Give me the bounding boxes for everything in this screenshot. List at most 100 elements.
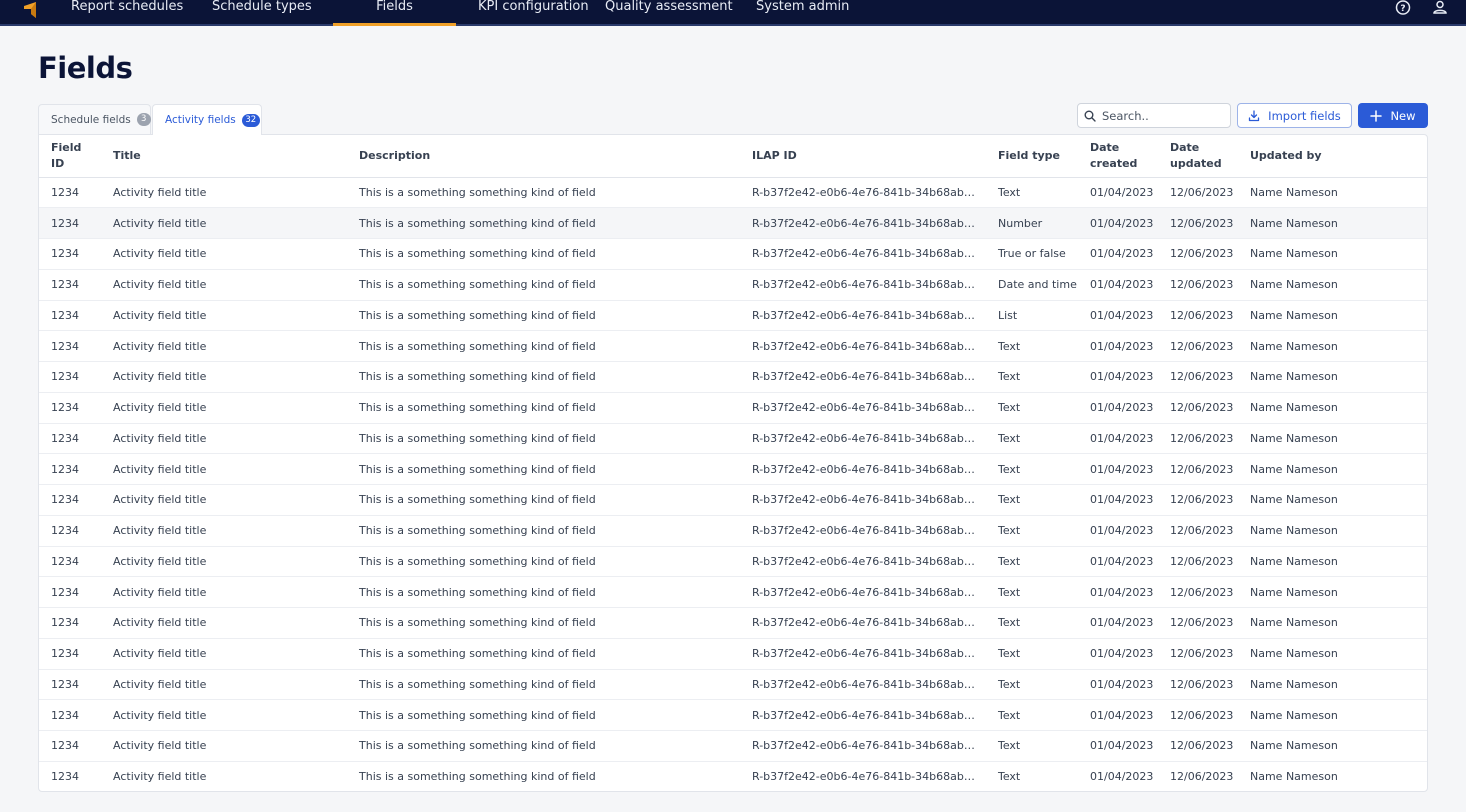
nav-item-schedule-types[interactable]: Schedule types (212, 0, 312, 24)
cell-ilap-id: R-b37f2e42-e0b6-4e76-841b-34b68ab81... (740, 269, 986, 301)
cell-title: Activity field title (101, 546, 347, 578)
table-row[interactable]: 1234 Activity field title This is a someth… (39, 207, 1427, 239)
table-row[interactable]: 1234 Activity field title This is a someth… (39, 576, 1427, 608)
cell-updated-by: Name Nameson (1238, 699, 1427, 731)
cell-updated-by: Name Nameson (1238, 453, 1427, 485)
column-header-title[interactable]: Title (101, 135, 347, 178)
cell-title: Activity field title (101, 423, 347, 455)
table-row[interactable]: 1234 Activity field title This is a someth… (39, 546, 1427, 578)
cell-date-updated: 12/06/2023 (1158, 761, 1238, 791)
top-nav-bar: Report schedules Schedule types Fields K… (0, 0, 1466, 26)
cell-title: Activity field title (101, 638, 347, 670)
cell-date-updated: 12/06/2023 (1158, 361, 1238, 393)
cell-date-created: 01/04/2023 (1078, 238, 1158, 270)
column-header-description[interactable]: Description (347, 135, 740, 178)
cell-date-updated: 12/06/2023 (1158, 638, 1238, 670)
nav-item-system-admin[interactable]: System admin (756, 0, 849, 24)
cell-field-id: 1234 (39, 238, 101, 270)
cell-description: This is a something something kind of fi… (347, 300, 740, 332)
cell-ilap-id: R-b37f2e42-e0b6-4e76-841b-34b68ab81... (740, 638, 986, 670)
cell-field-id: 1234 (39, 699, 101, 731)
column-header-ilap-id[interactable]: ILAP ID (740, 135, 986, 178)
nav-item-kpi-configuration[interactable]: KPI configuration (478, 0, 589, 24)
cell-title: Activity field title (101, 761, 347, 791)
column-header-updated-by[interactable]: Updated by (1238, 135, 1427, 178)
cell-date-updated: 12/06/2023 (1158, 177, 1238, 209)
nav-item-fields[interactable]: Fields (333, 0, 456, 26)
cell-description: This is a something something kind of fi… (347, 638, 740, 670)
cell-description: This is a something something kind of fi… (347, 546, 740, 578)
cell-field-id: 1234 (39, 607, 101, 639)
column-header-date-updated[interactable]: Date updated (1158, 135, 1238, 178)
import-fields-button[interactable]: Import fields (1237, 103, 1352, 128)
cell-updated-by: Name Nameson (1238, 669, 1427, 701)
cell-title: Activity field title (101, 453, 347, 485)
svg-text:?: ? (1400, 4, 1405, 14)
table-row[interactable]: 1234 Activity field title This is a someth… (39, 392, 1427, 424)
tab-schedule-fields[interactable]: Schedule fields 3 (38, 104, 151, 134)
cell-description: This is a something something kind of fi… (347, 761, 740, 791)
help-icon[interactable]: ? (1394, 0, 1412, 18)
cell-ilap-id: R-b37f2e42-e0b6-4e76-841b-34b68ab81... (740, 761, 986, 791)
cell-date-created: 01/04/2023 (1078, 699, 1158, 731)
cell-ilap-id: R-b37f2e42-e0b6-4e76-841b-34b68ab81... (740, 576, 986, 608)
table-row[interactable]: 1234 Activity field title This is a someth… (39, 330, 1427, 362)
cell-date-updated: 12/06/2023 (1158, 300, 1238, 332)
user-icon[interactable] (1431, 0, 1449, 18)
table-row[interactable]: 1234 Activity field title This is a someth… (39, 730, 1427, 762)
cell-description: This is a something something kind of fi… (347, 361, 740, 393)
cell-description: This is a something something kind of fi… (347, 576, 740, 608)
cell-field-id: 1234 (39, 423, 101, 455)
plus-icon (1370, 109, 1383, 122)
cell-date-updated: 12/06/2023 (1158, 330, 1238, 362)
table-row[interactable]: 1234 Activity field title This is a someth… (39, 761, 1427, 791)
column-header-field-id[interactable]: Field ID (39, 135, 101, 178)
table-row[interactable]: 1234 Activity field title This is a someth… (39, 423, 1427, 455)
cell-field-id: 1234 (39, 515, 101, 547)
table-row[interactable]: 1234 Activity field title This is a someth… (39, 638, 1427, 670)
cell-field-id: 1234 (39, 269, 101, 301)
cell-description: This is a something something kind of fi… (347, 730, 740, 762)
table-row[interactable]: 1234 Activity field title This is a someth… (39, 669, 1427, 701)
import-fields-label: Import fields (1268, 108, 1341, 123)
cell-ilap-id: R-b37f2e42-e0b6-4e76-841b-34b68ab81... (740, 546, 986, 578)
table-row[interactable]: 1234 Activity field title This is a someth… (39, 238, 1427, 270)
cell-date-updated: 12/06/2023 (1158, 546, 1238, 578)
cell-description: This is a something something kind of fi… (347, 392, 740, 424)
nav-item-report-schedules[interactable]: Report schedules (71, 0, 183, 24)
tab-activity-fields[interactable]: Activity fields 32 (152, 104, 262, 135)
cell-field-type: Text (986, 607, 1078, 639)
table-row[interactable]: 1234 Activity field title This is a someth… (39, 300, 1427, 332)
column-header-field-type[interactable]: Field type (986, 135, 1078, 178)
table-row[interactable]: 1234 Activity field title This is a someth… (39, 269, 1427, 301)
cell-field-type: Text (986, 423, 1078, 455)
cell-field-type: True or false (986, 238, 1078, 270)
table-row[interactable]: 1234 Activity field title This is a someth… (39, 515, 1427, 547)
cell-field-type: Text (986, 177, 1078, 209)
table-body: 1234 Activity field title This is a someth… (39, 177, 1427, 791)
page-title: Fields (38, 51, 133, 85)
table-row[interactable]: 1234 Activity field title This is a someth… (39, 453, 1427, 485)
cell-date-updated: 12/06/2023 (1158, 423, 1238, 455)
cell-updated-by: Name Nameson (1238, 330, 1427, 362)
table-header-row: Field ID Title Description ILAP ID Field… (39, 135, 1427, 178)
table-row[interactable]: 1234 Activity field title This is a someth… (39, 484, 1427, 516)
column-header-date-created[interactable]: Date created (1078, 135, 1158, 178)
new-button[interactable]: New (1358, 103, 1428, 128)
table-row[interactable]: 1234 Activity field title This is a someth… (39, 699, 1427, 731)
table-row[interactable]: 1234 Activity field title This is a someth… (39, 361, 1427, 393)
table-row[interactable]: 1234 Activity field title This is a someth… (39, 177, 1427, 209)
cell-field-type: Text (986, 638, 1078, 670)
search-input[interactable] (1102, 108, 1220, 123)
search-box[interactable] (1077, 103, 1231, 128)
table-row[interactable]: 1234 Activity field title This is a someth… (39, 607, 1427, 639)
cell-date-updated: 12/06/2023 (1158, 515, 1238, 547)
cell-field-type: Date and time (986, 269, 1078, 301)
nav-item-quality-assessment[interactable]: Quality assessment (605, 0, 733, 24)
cell-field-id: 1234 (39, 761, 101, 791)
cell-date-updated: 12/06/2023 (1158, 392, 1238, 424)
count-badge: 32 (241, 113, 260, 127)
app-logo-icon[interactable] (22, 0, 40, 20)
cell-title: Activity field title (101, 330, 347, 362)
cell-date-created: 01/04/2023 (1078, 484, 1158, 516)
